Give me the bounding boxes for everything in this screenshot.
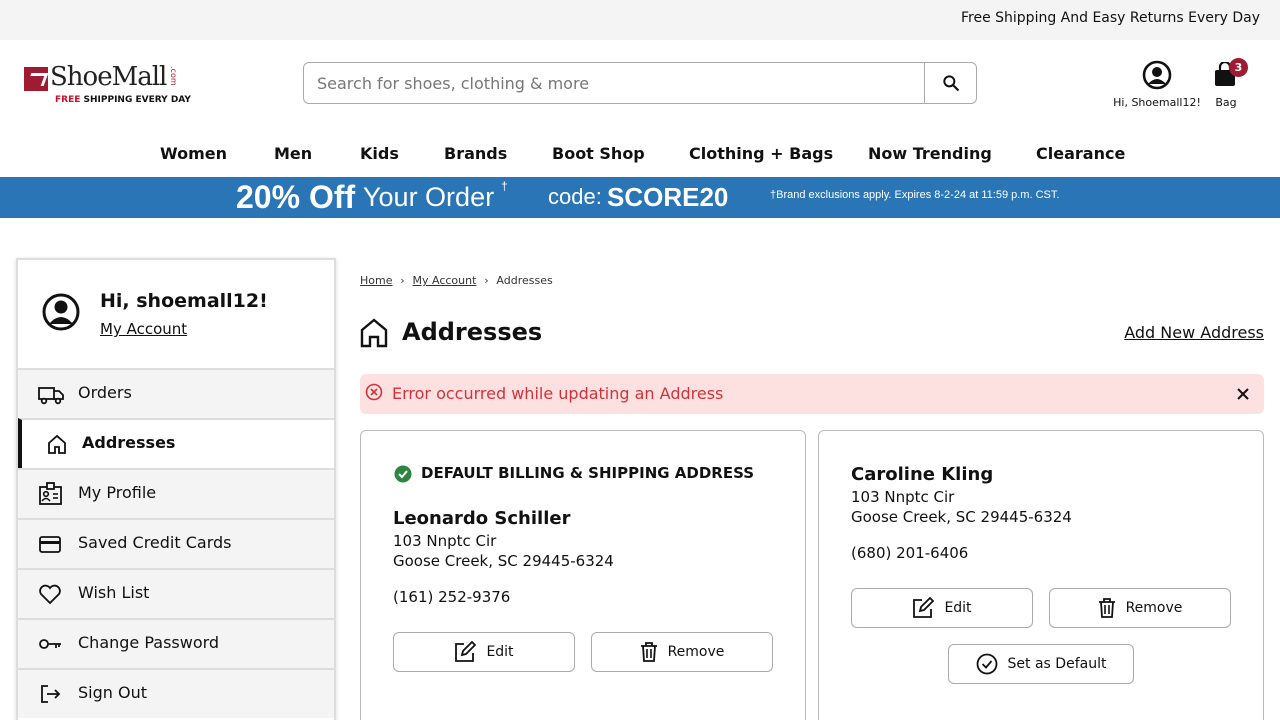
account-label: Hi, Shoemall12! bbox=[1113, 96, 1201, 109]
address-street: 103 Nnptc Cir bbox=[393, 532, 497, 550]
address-name: Caroline Kling bbox=[851, 464, 994, 485]
address-city: Goose Creek, SC 29445-6324 bbox=[851, 508, 1072, 526]
check-circle-outline-icon bbox=[976, 653, 997, 675]
remove-button[interactable]: Remove bbox=[1049, 588, 1231, 628]
remove-label: Remove bbox=[667, 644, 725, 660]
key-icon bbox=[39, 639, 61, 649]
account-menu[interactable]: Hi, Shoemall12! bbox=[1106, 58, 1208, 114]
sidebar-item-label: Addresses bbox=[82, 433, 176, 452]
account-circle-icon bbox=[1142, 60, 1172, 90]
sidebar-item-label: Orders bbox=[78, 383, 132, 402]
edit-button[interactable]: Edit bbox=[393, 632, 575, 672]
edit-icon bbox=[913, 597, 935, 618]
sidebar-item-my-profile[interactable]: My Profile bbox=[18, 468, 334, 518]
chevron-right-icon: › bbox=[484, 274, 489, 287]
promo-banner[interactable]: 20% Off Your Order † code: SCORE20 †Bran… bbox=[0, 177, 1280, 218]
nav-men[interactable]: Men bbox=[274, 144, 312, 163]
logo-tagline: FREE SHIPPING EVERY DAY bbox=[55, 95, 191, 105]
sidebar-item-sign-out[interactable]: Sign Out bbox=[18, 668, 334, 718]
trash-icon bbox=[640, 642, 657, 662]
nav-boot-shop[interactable]: Boot Shop bbox=[552, 144, 645, 163]
sidebar-item-label: Wish List bbox=[78, 583, 150, 602]
shipping-message: Free Shipping And Easy Returns Every Day bbox=[960, 10, 1260, 26]
breadcrumb: Home › My Account › Addresses bbox=[360, 274, 553, 287]
sidebar-item-orders[interactable]: Orders bbox=[18, 368, 334, 418]
bag-count-badge: 3 bbox=[1229, 58, 1248, 77]
remove-button[interactable]: Remove bbox=[591, 632, 773, 672]
top-announcement-bar: Free Shipping And Easy Returns Every Day bbox=[0, 0, 1280, 40]
search-input[interactable] bbox=[305, 64, 925, 102]
promo-percent: 20% Off bbox=[236, 179, 356, 215]
promo-dagger: † bbox=[501, 179, 508, 193]
edit-label: Edit bbox=[944, 600, 972, 616]
default-address-label: DEFAULT BILLING & SHIPPING ADDRESS bbox=[421, 464, 755, 482]
address-card: Caroline Kling 103 Nnptc Cir Goose Creek… bbox=[818, 430, 1264, 720]
truck-icon bbox=[38, 387, 64, 405]
credit-card-icon bbox=[39, 536, 61, 553]
close-icon[interactable] bbox=[1236, 383, 1250, 405]
remove-label: Remove bbox=[1125, 600, 1183, 616]
edit-label: Edit bbox=[486, 644, 514, 660]
sidebar-item-saved-credit-cards[interactable]: Saved Credit Cards bbox=[18, 518, 334, 568]
chevron-right-icon: › bbox=[400, 274, 405, 287]
sidebar-greeting: Hi, shoemall12! bbox=[100, 290, 268, 312]
sidebar-item-addresses[interactable]: Addresses bbox=[18, 418, 334, 468]
sidebar-item-label: Change Password bbox=[78, 633, 220, 652]
sidebar-item-change-password[interactable]: Change Password bbox=[18, 618, 334, 668]
address-phone: (161) 252-9376 bbox=[393, 588, 511, 606]
promo-code: SCORE20 bbox=[607, 182, 729, 212]
sidebar-item-label: My Profile bbox=[78, 483, 157, 502]
address-name: Leonardo Schiller bbox=[393, 508, 571, 529]
nav-clothing-bags[interactable]: Clothing + Bags bbox=[689, 144, 833, 163]
home-icon bbox=[360, 318, 388, 348]
page-title: Addresses bbox=[402, 318, 543, 346]
address-street: 103 Nnptc Cir bbox=[851, 488, 955, 506]
address-city: Goose Creek, SC 29445-6324 bbox=[393, 552, 614, 570]
nav-now-trending[interactable]: Now Trending bbox=[868, 144, 992, 163]
search-icon bbox=[942, 75, 959, 92]
address-phone: (680) 201-6406 bbox=[851, 544, 969, 562]
search-bar bbox=[303, 62, 977, 104]
search-button[interactable] bbox=[924, 63, 976, 103]
sign-out-icon bbox=[41, 685, 61, 703]
check-circle-icon bbox=[394, 465, 412, 483]
add-new-address-link[interactable]: Add New Address bbox=[1124, 323, 1264, 342]
logo-dotcom: .com bbox=[169, 66, 178, 86]
sidebar-item-wish-list[interactable]: Wish List bbox=[18, 568, 334, 618]
nav-clearance[interactable]: Clearance bbox=[1036, 144, 1125, 163]
nav-women[interactable]: Women bbox=[160, 144, 227, 163]
heart-icon bbox=[39, 584, 61, 605]
set-as-default-label: Set as Default bbox=[1007, 656, 1107, 672]
set-as-default-button[interactable]: Set as Default bbox=[948, 644, 1134, 684]
sidebar-my-account-link[interactable]: My Account bbox=[100, 320, 187, 338]
shoemall-logo[interactable]: ShoeMall .com FREE SHIPPING EVERY DAY bbox=[24, 62, 191, 108]
home-icon bbox=[48, 434, 66, 454]
error-circle-icon bbox=[365, 383, 383, 401]
main-navigation: Women Men Kids Brands Boot Shop Clothing… bbox=[0, 140, 1280, 170]
promo-disclaimer: †Brand exclusions apply. Expires 8-2-24 … bbox=[770, 189, 1060, 201]
breadcrumb-home[interactable]: Home bbox=[360, 274, 392, 287]
shopping-bag[interactable]: 3 Bag bbox=[1208, 58, 1248, 114]
edit-button[interactable]: Edit bbox=[851, 588, 1033, 628]
logo-mark-icon bbox=[24, 67, 48, 91]
nav-kids[interactable]: Kids bbox=[360, 144, 399, 163]
sidebar-item-label: Saved Credit Cards bbox=[78, 533, 232, 552]
account-sidebar: Hi, shoemall12! My Account Orders Addres… bbox=[16, 258, 336, 720]
promo-text: Your Order bbox=[363, 182, 495, 212]
sidebar-item-label: Sign Out bbox=[78, 683, 147, 702]
error-alert: Error occurred while updating an Address bbox=[360, 374, 1264, 414]
nav-brands[interactable]: Brands bbox=[444, 144, 507, 163]
trash-icon bbox=[1098, 598, 1115, 618]
error-message: Error occurred while updating an Address bbox=[392, 384, 724, 403]
id-card-icon bbox=[39, 482, 62, 505]
bag-label: Bag bbox=[1215, 96, 1237, 109]
promo-code-label: code: bbox=[548, 184, 602, 209]
edit-icon bbox=[455, 641, 477, 662]
address-card-default: DEFAULT BILLING & SHIPPING ADDRESS Leona… bbox=[360, 430, 806, 720]
breadcrumb-my-account[interactable]: My Account bbox=[412, 274, 476, 287]
logo-name: ShoeMall bbox=[50, 62, 167, 92]
user-avatar-icon bbox=[42, 293, 80, 331]
breadcrumb-current: Addresses bbox=[496, 274, 553, 287]
